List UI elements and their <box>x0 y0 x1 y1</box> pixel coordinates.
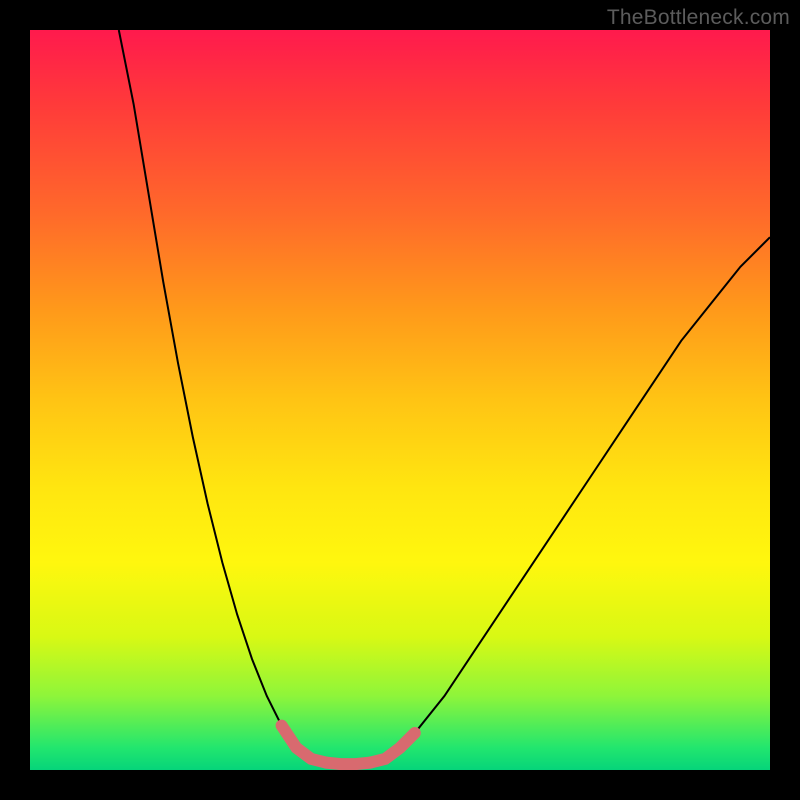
pink-trough-left <box>282 726 326 763</box>
plot-area <box>30 30 770 770</box>
watermark-text: TheBottleneck.com <box>607 6 790 30</box>
curve-svg <box>30 30 770 770</box>
pink-trough-bottom <box>326 763 370 765</box>
left-branch-line <box>119 30 311 759</box>
pink-trough-right <box>370 733 414 763</box>
right-branch-line <box>385 237 770 759</box>
chart-frame: TheBottleneck.com <box>0 0 800 800</box>
